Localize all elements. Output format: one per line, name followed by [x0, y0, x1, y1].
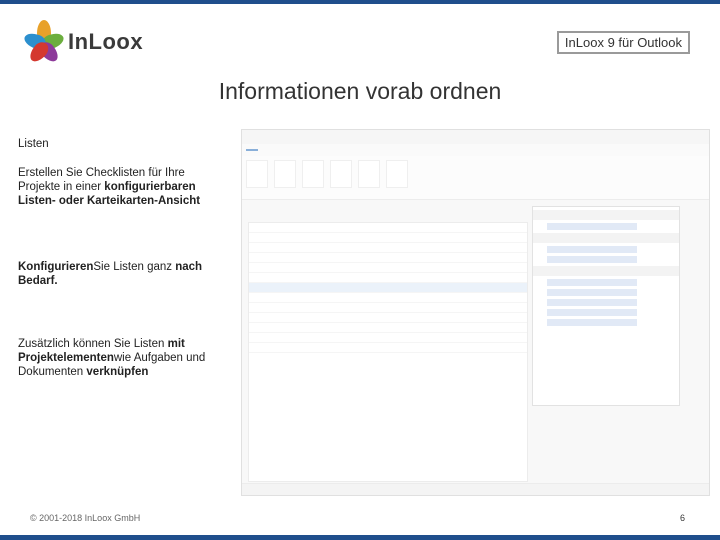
top-accent-rule — [0, 0, 720, 4]
bottom-accent-rule — [0, 535, 720, 540]
screenshot-ribbon-button — [246, 160, 268, 188]
inloox-logo: InLoox — [22, 20, 144, 65]
screenshot-pane-link — [547, 319, 637, 326]
screenshot-ribbon-tabs — [242, 144, 709, 156]
paragraph-link: Zusätzlich können Sie Listen mit Projekt… — [18, 337, 228, 379]
screenshot-ribbon — [242, 156, 709, 200]
screenshot-list-row — [249, 273, 527, 283]
paragraph-configure-emphasis: Konfigurieren — [18, 261, 94, 273]
screenshot-tab — [294, 149, 306, 151]
app-screenshot — [241, 129, 710, 496]
footer-copyright: © 2001-2018 InLoox GmbH — [30, 513, 141, 523]
screenshot-checklist — [248, 222, 528, 482]
paragraph-checklists: Erstellen Sie Checklisten für Ihre Proje… — [18, 166, 228, 208]
screenshot-list-row — [249, 343, 527, 353]
screenshot-pane-section — [533, 210, 679, 220]
screenshot-ribbon-button — [274, 160, 296, 188]
screenshot-pane-link — [547, 279, 637, 286]
page-number: 6 — [680, 513, 686, 523]
screenshot-tab — [278, 149, 290, 151]
screenshot-ribbon-button — [386, 160, 408, 188]
paragraph-link-text: Zusätzlich können Sie Listen — [18, 338, 168, 350]
screenshot-list-row — [249, 293, 527, 303]
inloox-flower-icon — [22, 20, 66, 65]
screenshot-list-row — [249, 253, 527, 263]
screenshot-list-row — [249, 303, 527, 313]
screenshot-list-row-selected — [249, 283, 527, 293]
screenshot-ribbon-button — [302, 160, 324, 188]
screenshot-pane-link — [547, 246, 637, 253]
screenshot-pane-link — [547, 223, 637, 230]
logo-wordmark: InLoox — [68, 29, 144, 54]
screenshot-pane-section — [533, 266, 679, 276]
screenshot-pane-section — [533, 233, 679, 243]
screenshot-list-row — [249, 223, 527, 233]
product-badge: InLoox 9 für Outlook — [556, 31, 690, 54]
screenshot-list-row — [249, 233, 527, 243]
slide-title: Informationen vorab ordnen — [218, 78, 502, 104]
paragraph-configure: KonfigurierenSie Listen ganz nach Bedarf… — [18, 260, 228, 288]
screenshot-statusbar — [242, 483, 709, 495]
paragraph-configure-text: Sie Listen ganz — [93, 261, 176, 273]
screenshot-ribbon-button — [330, 160, 352, 188]
screenshot-list-row — [249, 263, 527, 273]
screenshot-pane-link — [547, 256, 637, 263]
screenshot-list-row — [249, 243, 527, 253]
screenshot-list-row — [249, 323, 527, 333]
screenshot-list-row — [249, 333, 527, 343]
screenshot-list-row — [249, 313, 527, 323]
screenshot-pane-link — [547, 289, 637, 296]
screenshot-pane-link — [547, 299, 637, 306]
screenshot-ribbon-button — [358, 160, 380, 188]
screenshot-tab — [262, 149, 274, 151]
screenshot-tab — [310, 149, 322, 151]
screenshot-titlebar — [242, 130, 709, 144]
section-heading: Listen — [18, 138, 49, 150]
screenshot-detail-pane — [532, 206, 680, 406]
screenshot-tab-active — [246, 149, 258, 151]
screenshot-pane-link — [547, 309, 637, 316]
paragraph-link-emphasis-2: verknüpfen — [86, 366, 149, 378]
